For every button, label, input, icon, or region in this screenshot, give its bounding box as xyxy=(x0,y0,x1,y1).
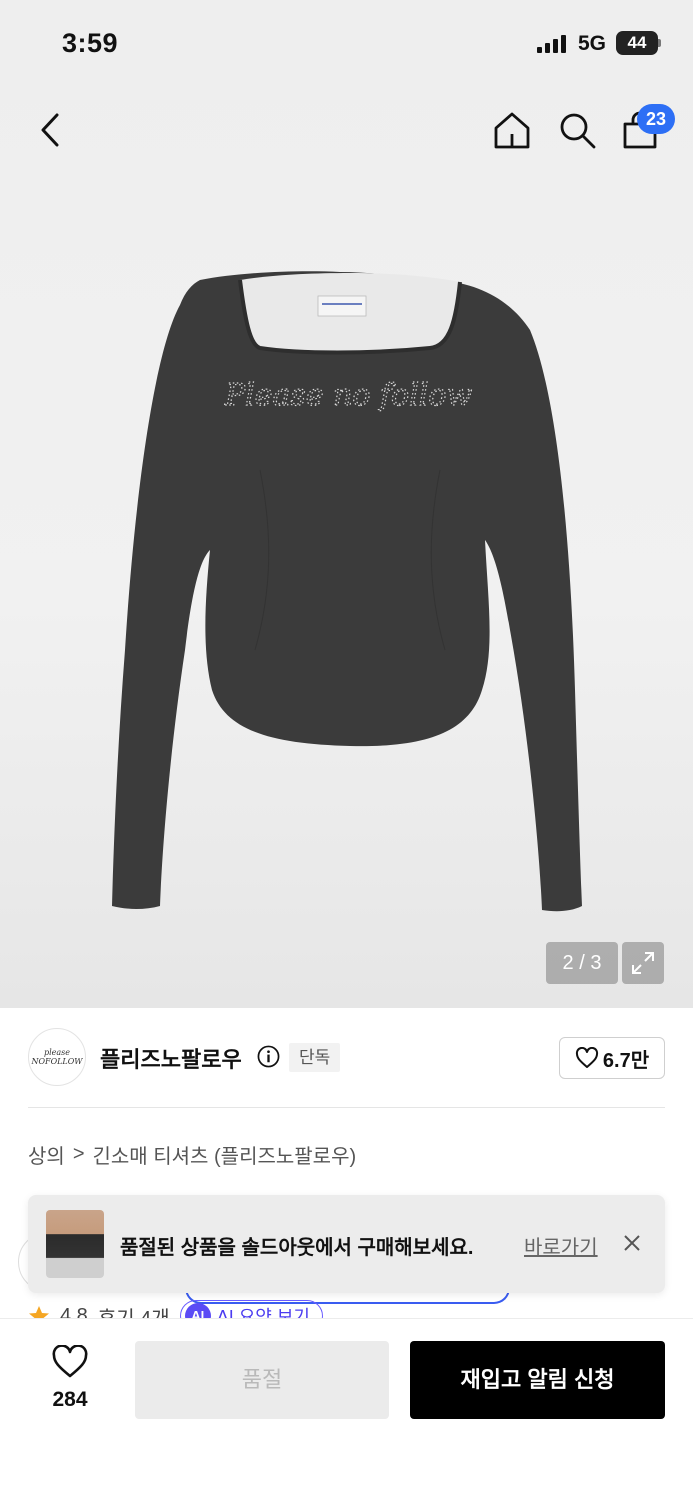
toast-shortcut-link[interactable]: 바로가기 xyxy=(524,1231,598,1260)
toast-thumbnail xyxy=(46,1210,104,1278)
signal-icon xyxy=(537,35,566,53)
soldout-button[interactable]: 품절 xyxy=(135,1341,389,1419)
bottom-action-bar: 284 품절 재입고 알림 신청 xyxy=(0,1318,693,1500)
cart-count-badge: 23 xyxy=(637,104,675,134)
network-label: 5G xyxy=(578,32,607,55)
info-icon[interactable] xyxy=(257,1045,280,1068)
soldout-toast[interactable]: 품절된 상품을 솔드아웃에서 구매해보세요. 바로가기 xyxy=(28,1195,665,1293)
home-icon xyxy=(494,112,530,149)
expand-icon xyxy=(632,952,654,974)
shirt-print-text: Please no follow xyxy=(224,378,472,413)
brand-like-count: 6.7만 xyxy=(602,1049,650,1072)
image-counter: 2 / 3 xyxy=(546,942,618,984)
brand-like-button[interactable]: 6.7만 xyxy=(559,1037,665,1079)
wishlist-button[interactable]: 284 xyxy=(40,1344,100,1412)
restock-alert-button[interactable]: 재입고 알림 신청 xyxy=(410,1341,665,1419)
product-photo: Please no follow xyxy=(112,271,582,912)
search-icon xyxy=(560,113,596,149)
back-icon xyxy=(41,113,59,147)
close-icon[interactable] xyxy=(620,1231,644,1255)
wishlist-count: 284 xyxy=(52,1388,88,1411)
status-time: 3:59 xyxy=(62,28,119,58)
breadcrumb-subcategory[interactable]: 긴소매 티셔츠 (플리즈노팔로우) xyxy=(93,1140,357,1169)
exclusive-tag: 단독 xyxy=(289,1043,341,1072)
heart-icon xyxy=(575,1047,598,1068)
breadcrumb-separator: > xyxy=(72,1143,85,1165)
battery-cap xyxy=(658,39,661,47)
search-button[interactable] xyxy=(555,108,599,152)
home-button[interactable] xyxy=(490,108,534,152)
back-button[interactable] xyxy=(30,110,70,150)
product-image-area[interactable]: 3:59 5G 44 23 Please no follow 2 / 3 xyxy=(0,0,693,1008)
status-bar: 3:59 5G 44 xyxy=(0,0,693,90)
fullscreen-button[interactable] xyxy=(622,942,664,984)
battery-indicator: 44 xyxy=(616,31,658,55)
breadcrumb-category[interactable]: 상의 xyxy=(28,1140,65,1169)
toast-message: 품절된 상품을 솔드아웃에서 구매해보세요. xyxy=(120,1237,474,1259)
brand-logo[interactable]: please NOFOLLOW xyxy=(28,1028,86,1086)
divider xyxy=(28,1107,665,1108)
brand-name[interactable]: 플리즈노팔로우 xyxy=(100,1042,242,1074)
heart-icon xyxy=(52,1344,88,1378)
breadcrumb: 상의 > 긴소매 티셔츠 (플리즈노팔로우) xyxy=(28,1140,356,1169)
